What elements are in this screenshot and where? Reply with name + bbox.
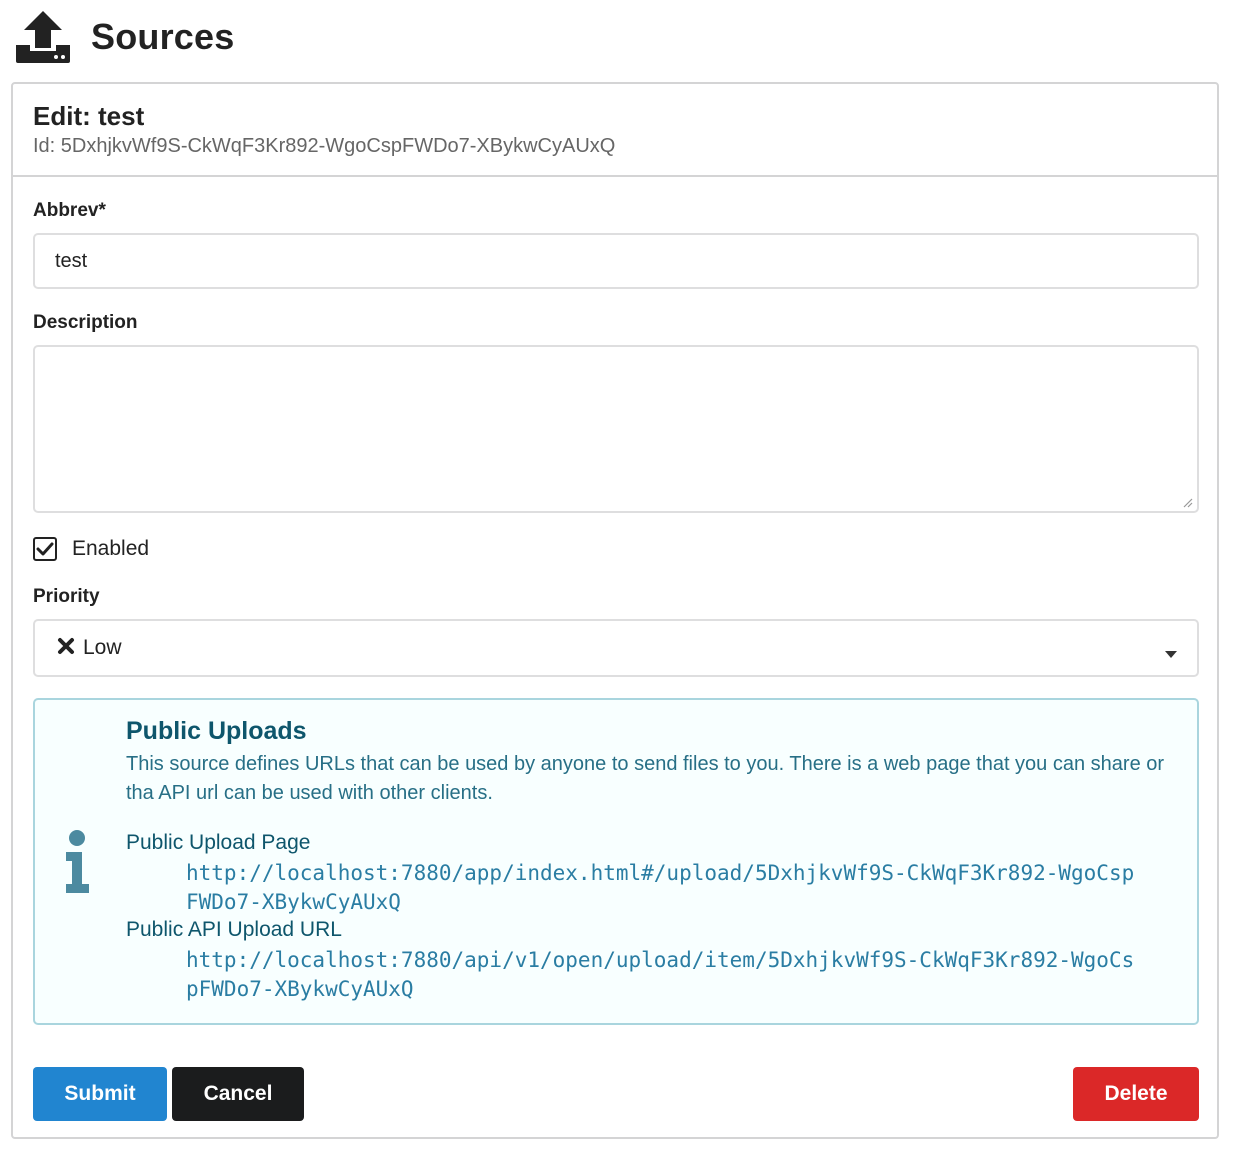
description-textarea[interactable] [33,345,1199,513]
abbrev-label: Abbrev* [33,200,106,221]
info-text: This source defines URLs that can be use… [126,753,1165,804]
edit-source-form: Edit: test Id: 5DxhjkvWf9S-CkWqF3Kr892-W… [11,82,1219,1139]
description-label: Description [33,312,138,333]
enabled-checkbox[interactable] [33,537,57,561]
delete-button[interactable]: Delete [1073,1067,1199,1121]
priority-dropdown[interactable]: Low [33,619,1199,677]
enabled-label: Enabled [72,537,150,560]
checkmark-icon [36,542,54,556]
dropdown-arrow-icon [1165,645,1177,663]
upload-page-label: Public Upload Page [126,831,311,854]
abbrev-input[interactable] [33,233,1199,289]
upload-icon [14,9,72,65]
source-id: Id: 5DxhjkvWf9S-CkWqF3Kr892-WgoCspFWDo7-… [33,135,616,157]
priority-value: Low [83,636,122,659]
page-header: Sources [14,8,234,66]
page-title: Sources [91,16,235,57]
edit-title: Edit: test [33,101,145,131]
submit-button[interactable]: Submit [33,1067,167,1121]
enabled-row[interactable]: Enabled [33,535,149,563]
form-header: Edit: test Id: 5DxhjkvWf9S-CkWqF3Kr892-W… [13,84,1217,177]
info-header: Public Uploads [126,717,307,745]
upload-page-url[interactable]: http://localhost:7880/app/index.html#/up… [186,859,1146,917]
public-uploads-message: Public Uploads This source defines URLs … [33,698,1199,1025]
api-upload-url[interactable]: http://localhost:7880/api/v1/open/upload… [186,946,1146,1004]
info-icon [63,830,91,899]
cancel-button[interactable]: Cancel [172,1067,304,1121]
api-url-label: Public API Upload URL [126,918,342,941]
x-icon [57,637,75,660]
description-wrapper [13,345,1217,513]
resize-grip-icon[interactable] [1181,495,1193,508]
priority-label: Priority [33,586,100,607]
